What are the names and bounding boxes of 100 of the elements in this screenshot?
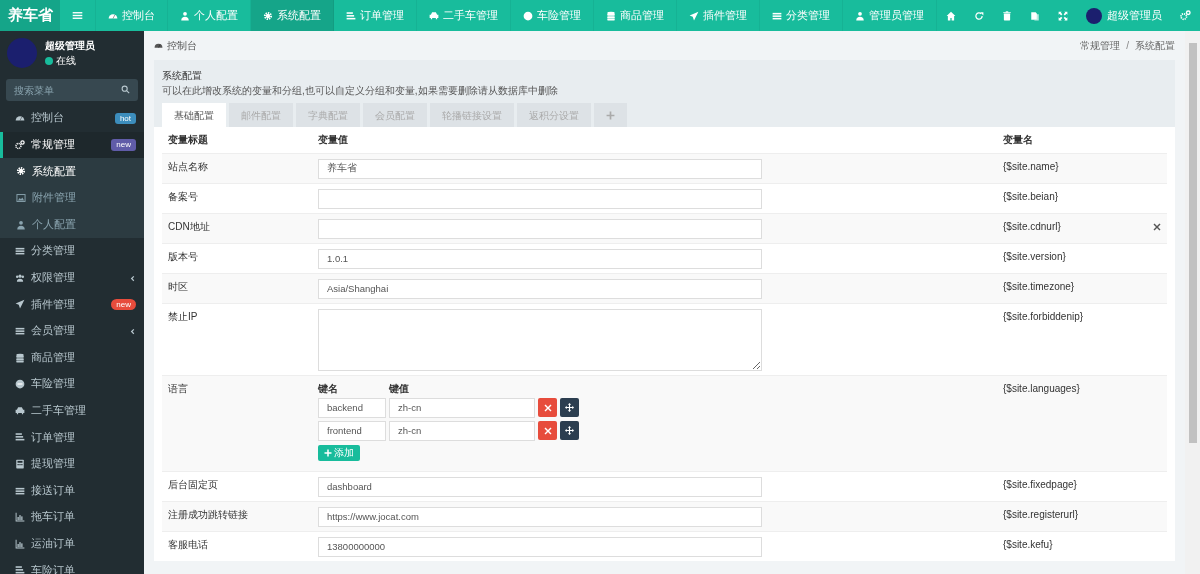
paper-plane-icon	[689, 10, 699, 21]
panel-title: 系统配置	[162, 69, 203, 83]
sidebar-item[interactable]: 拖车订单	[0, 503, 144, 531]
column-header: 变量值	[312, 127, 997, 153]
list-icon	[772, 10, 782, 21]
sidebar-item[interactable]: 分类管理	[0, 237, 144, 265]
variable-title: 站点名称	[162, 153, 312, 183]
menu-badge: hot	[114, 112, 136, 125]
chevron-left-icon	[129, 274, 136, 282]
value-input[interactable]: zh-cn	[389, 397, 535, 418]
scrollbar[interactable]	[1185, 31, 1200, 574]
key-input[interactable]: frontend	[318, 420, 386, 441]
sidebar-item[interactable]: 订单管理	[0, 424, 144, 451]
close-icon	[1153, 222, 1161, 231]
plus-icon	[606, 111, 615, 121]
variable-name: {$site.languages}	[997, 375, 1147, 472]
sidebar-subitem[interactable]: 系统配置	[0, 158, 144, 185]
online-status: 在线	[45, 53, 95, 68]
text-input[interactable]: https://www.jocat.com	[318, 506, 762, 527]
sidebar-item[interactable]: 常规管理 new	[0, 131, 144, 159]
gauge-icon	[15, 113, 25, 124]
bar-chart-icon	[15, 538, 25, 549]
remove-button[interactable]	[538, 398, 557, 417]
home-icon	[946, 10, 956, 21]
drag-handle[interactable]	[560, 398, 579, 417]
move-icon	[565, 426, 574, 435]
close-icon	[543, 403, 552, 412]
chevron-left-icon	[129, 327, 136, 335]
text-input[interactable]	[318, 188, 762, 209]
variable-name: {$site.name}	[997, 153, 1147, 183]
database-icon	[606, 10, 616, 21]
list-icon	[15, 485, 25, 496]
refresh-icon	[974, 10, 984, 21]
text-input[interactable]: 养车省	[318, 158, 762, 179]
value-input[interactable]: zh-cn	[389, 420, 535, 441]
key-input[interactable]: backend	[318, 397, 386, 418]
list-icon	[346, 10, 356, 21]
menu-badge: new	[111, 139, 136, 151]
close-icon	[543, 426, 552, 435]
document-icon	[1030, 10, 1040, 21]
sidebar-item[interactable]: 二手车管理	[0, 397, 144, 425]
text-input[interactable]: 13800000000	[318, 536, 762, 557]
add-tab-button[interactable]	[594, 103, 627, 127]
sidebar-item[interactable]: 权限管理	[0, 264, 144, 292]
textarea-field[interactable]	[318, 308, 762, 371]
variable-title: CDN地址	[162, 213, 312, 243]
text-input[interactable]: dashboard	[318, 476, 762, 497]
column-header: 键值	[389, 381, 409, 396]
sidebar-subitem[interactable]: 附件管理	[0, 184, 144, 212]
breadcrumb-item[interactable]: 常规管理	[1080, 38, 1121, 53]
text-input[interactable]: Asia/Shanghai	[318, 278, 762, 299]
user-icon	[855, 10, 865, 21]
drag-handle[interactable]	[560, 421, 579, 440]
avatar-icon	[7, 38, 37, 68]
car-icon	[15, 405, 25, 416]
image-icon	[16, 193, 26, 204]
sidebar-item[interactable]: 接送订单	[0, 477, 144, 504]
sidebar-item[interactable]: 车险管理	[0, 370, 144, 398]
fullscreen-icon	[1058, 10, 1068, 21]
calculator-icon	[15, 459, 25, 469]
variable-title: 客服电话	[162, 531, 312, 561]
column-header: 键名	[318, 381, 339, 396]
users-icon	[15, 272, 25, 283]
sidebar-item[interactable]: 会员管理	[0, 317, 144, 345]
bar-chart-icon	[15, 512, 25, 523]
sidebar-item[interactable]: 运油订单	[0, 530, 144, 558]
move-icon	[565, 403, 574, 412]
sidebar-item[interactable]: 控制台 hot	[0, 105, 144, 132]
search-field[interactable]: 搜索菜单	[6, 79, 138, 101]
menu-badge: new	[111, 298, 136, 311]
column-header: 变量名	[997, 127, 1147, 153]
trash-icon	[1002, 10, 1012, 21]
app-logo-title: 养车省	[0, 0, 60, 31]
user-name: 超级管理员	[45, 39, 95, 53]
remove-button[interactable]	[538, 421, 557, 440]
variable-title: 时区	[162, 273, 312, 303]
text-input[interactable]: 1.0.1	[318, 248, 762, 269]
breadcrumb-separator: /	[1126, 39, 1129, 53]
user-icon	[180, 10, 190, 21]
text-input[interactable]	[318, 218, 762, 239]
variable-title: 注册成功跳转链接	[162, 501, 312, 532]
column-header: 变量标题	[162, 127, 312, 153]
variable-name: {$site.registerurl}	[997, 501, 1147, 532]
config-tab[interactable]: 基础配置	[162, 103, 226, 127]
gear-icon	[263, 10, 273, 21]
car-icon	[429, 10, 439, 21]
paper-plane-icon	[15, 299, 25, 310]
plus-icon	[324, 448, 332, 457]
database-icon	[15, 352, 25, 363]
list-icon	[15, 326, 25, 337]
sidebar-item[interactable]: 插件管理 new	[0, 291, 144, 318]
breadcrumb-home[interactable]: 控制台	[154, 38, 197, 53]
sidebar-subitem[interactable]: 个人配置	[0, 211, 144, 238]
menu-icon	[72, 10, 83, 21]
gear-icon	[16, 166, 26, 177]
list-icon	[15, 432, 25, 443]
sidebar-item[interactable]: 提现管理	[0, 450, 144, 478]
variable-name: {$site.timezone}	[997, 273, 1147, 303]
breadcrumb-item: 系统配置	[1135, 39, 1175, 53]
sidebar-item[interactable]: 商品管理	[0, 344, 144, 371]
